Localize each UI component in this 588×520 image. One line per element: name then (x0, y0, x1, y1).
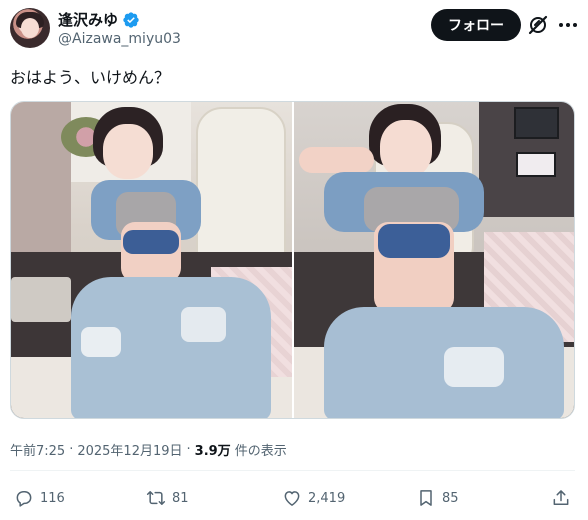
media-photo-2[interactable] (293, 102, 574, 418)
curtain (11, 102, 71, 252)
meta-separator: · (69, 442, 74, 457)
repost-count: 81 (172, 490, 189, 506)
tweet: 逢沢みゆ @Aizawa_miyu03 フォロー おはよう、いけめん？ 午前7:… (0, 0, 588, 520)
person-face (379, 120, 432, 178)
tweet-meta: 午前7:25 · 2025年12月19日 · 3.9万 件の表示 (10, 440, 287, 459)
reply-count: 116 (40, 490, 65, 506)
box (11, 277, 71, 322)
monitor (515, 152, 556, 177)
repost-icon (146, 491, 166, 505)
tweet-date[interactable]: 2025年12月19日 (77, 440, 182, 459)
repost-button[interactable]: 81 (146, 482, 189, 514)
views-count: 3.9万 (194, 444, 231, 459)
divider (10, 470, 575, 471)
verified-badge-icon[interactable] (122, 11, 140, 29)
person-arm (298, 147, 374, 173)
bookmark-button[interactable]: 85 (416, 482, 459, 514)
laptop (513, 107, 559, 139)
person-top (377, 224, 450, 258)
person-top (123, 230, 179, 254)
heart-icon (284, 491, 300, 506)
bookmark-icon (420, 490, 432, 506)
follow-button[interactable]: フォロー (431, 9, 521, 41)
share-icon (553, 490, 569, 505)
display-name[interactable]: 逢沢みゆ (58, 9, 118, 30)
bookmark-count: 85 (442, 490, 459, 506)
reply-icon (16, 491, 32, 507)
reply-button[interactable]: 116 (14, 482, 65, 514)
media-grid (10, 101, 575, 419)
avatar[interactable] (10, 8, 50, 48)
user-handle[interactable]: @Aizawa_miyu03 (58, 31, 181, 47)
person-face (103, 124, 153, 179)
name-row: 逢沢みゆ (58, 9, 140, 30)
meta-separator: · (186, 442, 191, 457)
jeans-rip (81, 327, 121, 357)
grok-icon[interactable] (526, 13, 550, 37)
tweet-time[interactable]: 午前7:25 (10, 440, 65, 459)
action-bar: 116 81 2,419 85 (0, 482, 588, 514)
avatar-face (21, 18, 39, 38)
tweet-text: おはよう、いけめん？ (10, 68, 171, 87)
media-photo-1[interactable] (11, 102, 292, 418)
more-icon[interactable] (556, 13, 580, 37)
share-button[interactable] (551, 482, 571, 514)
views-label: 件の表示 (234, 444, 287, 459)
like-count: 2,419 (308, 490, 346, 506)
jeans-rip (443, 347, 504, 387)
jeans-rip (181, 307, 226, 342)
like-button[interactable]: 2,419 (282, 482, 345, 514)
